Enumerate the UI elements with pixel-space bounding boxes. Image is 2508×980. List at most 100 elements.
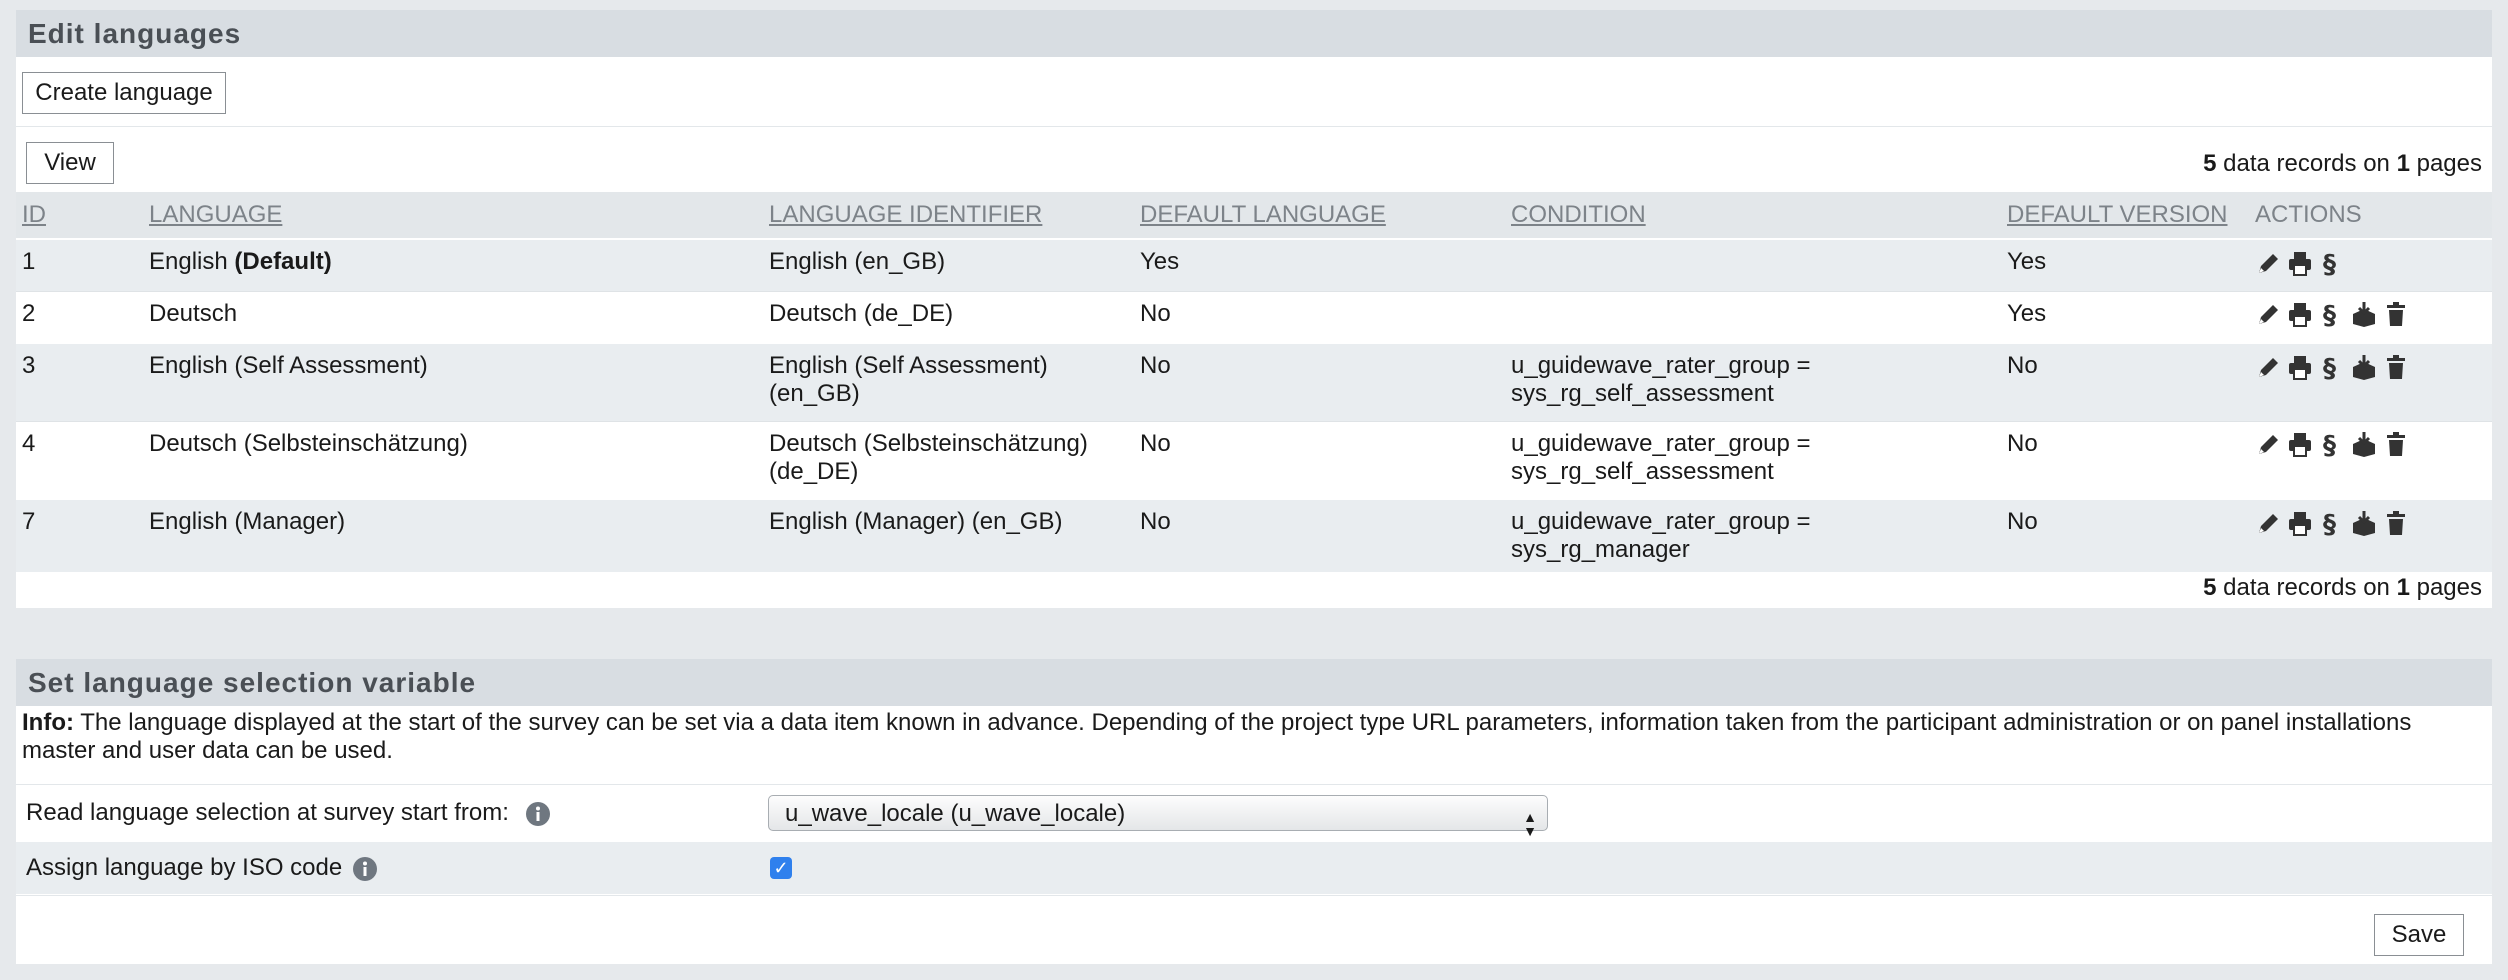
print-icon[interactable] (2287, 430, 2313, 458)
export-box-icon[interactable] (2351, 430, 2377, 458)
pencil-icon[interactable] (2255, 430, 2281, 458)
info-icon[interactable] (525, 801, 550, 826)
info-label: Info: (22, 709, 74, 736)
export-box-icon[interactable] (2351, 300, 2377, 328)
read-language-label-text: Read language selection at survey start … (26, 799, 509, 826)
info-icon[interactable] (352, 856, 377, 881)
records-count: 5 (2203, 574, 2217, 601)
pencil-icon[interactable] (2255, 300, 2281, 328)
edit-languages-title: Edit languages (16, 10, 2492, 57)
cell-id: 1 (16, 238, 143, 291)
trash-icon[interactable] (2383, 430, 2409, 458)
select-arrows-icon: ▲ ▼ (1523, 809, 1537, 839)
cell-id: 3 (16, 342, 143, 421)
cell-default-language: Yes (1134, 238, 1505, 291)
iso-code-label: Assign language by ISO code (26, 854, 377, 882)
view-button[interactable]: View (26, 142, 114, 184)
cell-condition: u_guidewave_rater_group = sys_rg_self_as… (1505, 342, 2001, 421)
cell-language: Deutsch (Selbsteinschätzung) (143, 420, 763, 500)
table-row: 3 English (Self Assessment) English (Sel… (16, 342, 2492, 421)
column-language-identifier[interactable]: LANGUAGE IDENTIFIER (763, 192, 1134, 239)
cell-actions: § (2249, 342, 2492, 421)
language-default-tag: (Default) (234, 248, 332, 275)
cell-actions: § (2249, 420, 2492, 500)
cell-id: 2 (16, 290, 143, 344)
cell-identifier: Deutsch (de_DE) (763, 290, 1134, 344)
pencil-icon[interactable] (2255, 509, 2281, 537)
cell-language: English (Default) (143, 238, 763, 291)
records-pages: 1 (2396, 574, 2410, 601)
cell-default-version: No (2001, 342, 2249, 421)
cell-id: 7 (16, 498, 143, 572)
cell-default-version: Yes (2001, 238, 2249, 291)
trash-icon[interactable] (2383, 353, 2409, 381)
column-default-language[interactable]: DEFAULT LANGUAGE (1134, 192, 1505, 239)
cell-language: English (Self Assessment) (143, 342, 763, 421)
cell-actions: § (2249, 290, 2492, 344)
records-end: pages (2416, 574, 2482, 601)
info-text: Info: The language displayed at the star… (22, 709, 2488, 765)
print-icon[interactable] (2287, 509, 2313, 537)
cell-condition (1505, 290, 2001, 344)
records-mid: data records on (2223, 574, 2390, 601)
cell-condition (1505, 238, 2001, 291)
records-pages: 1 (2396, 150, 2410, 177)
svg-text:§: § (2323, 250, 2336, 277)
paragraph-icon[interactable]: § (2319, 249, 2345, 280)
records-end: pages (2416, 150, 2482, 177)
pencil-icon[interactable] (2255, 353, 2281, 381)
cell-language: English (Manager) (143, 498, 763, 572)
print-icon[interactable] (2287, 353, 2313, 381)
iso-code-checkbox[interactable]: ✓ (770, 857, 792, 879)
column-default-version[interactable]: DEFAULT VERSION (2001, 192, 2249, 239)
table-row: 2 Deutsch Deutsch (de_DE) No Yes § (16, 290, 2492, 344)
records-info-bottom: 5 data records on 1 pages (2203, 574, 2482, 602)
cell-identifier: English (en_GB) (763, 238, 1134, 291)
svg-text:§: § (2323, 354, 2336, 381)
cell-identifier: English (Manager) (en_GB) (763, 498, 1134, 572)
cell-language: Deutsch (143, 290, 763, 344)
print-icon[interactable] (2287, 300, 2313, 328)
paragraph-icon[interactable]: § (2319, 509, 2345, 540)
cell-condition: u_guidewave_rater_group = sys_rg_self_as… (1505, 420, 2001, 500)
languages-table: ID LANGUAGE LANGUAGE IDENTIFIER DEFAULT … (16, 192, 2492, 572)
divider (16, 895, 2492, 896)
cell-default-version: Yes (2001, 290, 2249, 344)
cell-id: 4 (16, 420, 143, 500)
export-box-icon[interactable] (2351, 509, 2377, 537)
cell-default-version: No (2001, 420, 2249, 500)
cell-identifier: English (Self Assessment) (en_GB) (763, 342, 1134, 421)
table-row: 4 Deutsch (Selbsteinschätzung) Deutsch (… (16, 420, 2492, 500)
language-selection-panel: Set language selection variable Info: Th… (16, 659, 2492, 964)
cell-condition: u_guidewave_rater_group = sys_rg_manager (1505, 498, 2001, 572)
paragraph-icon[interactable]: § (2319, 430, 2345, 461)
pencil-icon[interactable] (2255, 249, 2281, 277)
read-language-row: Read language selection at survey start … (16, 785, 2492, 841)
iso-code-row: Assign language by ISO code ✓ (16, 842, 2492, 894)
cell-default-language: No (1134, 420, 1505, 500)
iso-code-label-text: Assign language by ISO code (26, 854, 343, 881)
trash-icon[interactable] (2383, 300, 2409, 328)
cell-default-language: No (1134, 290, 1505, 344)
svg-text:§: § (2323, 431, 2336, 458)
records-mid: data records on (2223, 150, 2390, 177)
column-condition[interactable]: CONDITION (1505, 192, 2001, 239)
info-description: The language displayed at the start of t… (22, 709, 2412, 764)
export-box-icon[interactable] (2351, 353, 2377, 381)
create-language-button[interactable]: Create language (22, 72, 226, 114)
save-button[interactable]: Save (2374, 914, 2464, 956)
language-variable-select[interactable]: u_wave_locale (u_wave_locale) ▲ ▼ (768, 795, 1548, 838)
column-actions: ACTIONS (2249, 192, 2492, 239)
cell-actions: § (2249, 238, 2492, 291)
column-language[interactable]: LANGUAGE (143, 192, 763, 239)
select-value: u_wave_locale (u_wave_locale) (785, 800, 1126, 827)
trash-icon[interactable] (2383, 509, 2409, 537)
cell-actions: § (2249, 498, 2492, 572)
cell-default-version: No (2001, 498, 2249, 572)
column-id[interactable]: ID (16, 192, 143, 239)
paragraph-icon[interactable]: § (2319, 353, 2345, 384)
language-name: English (149, 248, 228, 275)
print-icon[interactable] (2287, 249, 2313, 277)
records-info-top: 5 data records on 1 pages (2203, 150, 2482, 178)
paragraph-icon[interactable]: § (2319, 300, 2345, 331)
